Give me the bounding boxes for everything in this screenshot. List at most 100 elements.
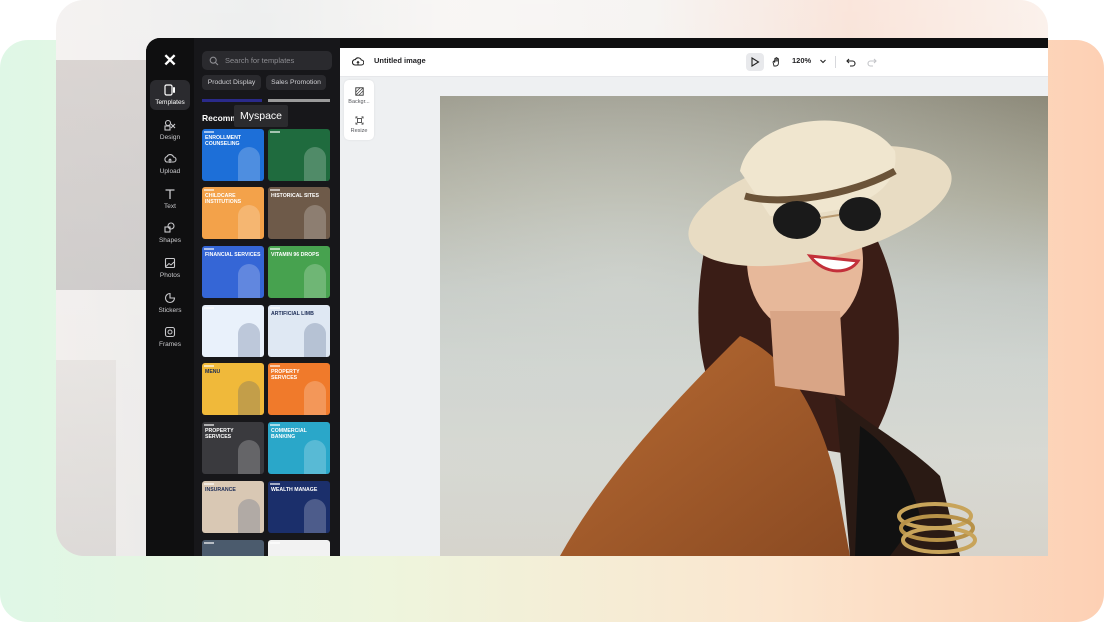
template-card[interactable]: INSURANCE bbox=[202, 481, 264, 533]
background-tool-button[interactable]: Backgr... bbox=[344, 82, 374, 110]
template-figure bbox=[238, 381, 260, 415]
template-text: Historical Sites bbox=[271, 193, 319, 199]
template-figure bbox=[238, 323, 260, 357]
template-card[interactable]: Historical Sites bbox=[268, 187, 330, 239]
redo-icon bbox=[867, 58, 877, 67]
frames-icon bbox=[164, 326, 176, 338]
template-card[interactable] bbox=[202, 305, 264, 357]
template-text: Vitamin 96 Drops bbox=[271, 252, 320, 258]
toolbar-divider bbox=[835, 56, 836, 68]
rail-label: Upload bbox=[159, 168, 181, 175]
rail-label: Design bbox=[159, 134, 181, 141]
rail-item-photos[interactable]: Photos bbox=[150, 253, 190, 283]
templates-panel: Search for templates Product Display Sal… bbox=[194, 38, 340, 556]
template-card[interactable]: Menu bbox=[202, 363, 264, 415]
template-card[interactable] bbox=[268, 540, 330, 556]
template-badge bbox=[270, 307, 280, 309]
rail-item-shapes[interactable]: Shapes bbox=[150, 218, 190, 248]
template-card[interactable]: ENROLLMENT COUNSELING bbox=[202, 129, 264, 181]
rail-item-text[interactable]: Text bbox=[150, 184, 190, 214]
resize-icon bbox=[355, 116, 363, 125]
template-card[interactable]: FINANCIAL SERVICES bbox=[202, 246, 264, 298]
template-strip bbox=[268, 99, 330, 102]
rail-item-templates[interactable]: Templates bbox=[150, 80, 190, 110]
template-text: Wealth Manage bbox=[271, 487, 318, 493]
zoom-level[interactable]: 120% bbox=[792, 56, 811, 65]
template-card[interactable]: COMMERCIAL BANKING bbox=[268, 422, 330, 474]
rail-item-design[interactable]: Design bbox=[150, 115, 190, 145]
search-input[interactable]: Search for templates bbox=[202, 51, 332, 70]
template-text: CHILDCARE INSTITUTIONS bbox=[205, 193, 242, 205]
canvas-side-tools: Backgr... Resize bbox=[344, 80, 374, 140]
template-badge bbox=[270, 424, 280, 426]
template-badge bbox=[270, 542, 280, 544]
rail-label: Text bbox=[164, 203, 176, 210]
capcut-logo: ✕ bbox=[162, 51, 178, 70]
template-figure bbox=[304, 205, 326, 239]
template-card[interactable]: Artificial limb bbox=[268, 305, 330, 357]
template-card[interactable] bbox=[268, 129, 330, 181]
template-text: ENROLLMENT COUNSELING bbox=[205, 135, 242, 147]
left-rail: ✕ Templates Design Upload Text Shapes Ph… bbox=[146, 38, 194, 556]
rail-item-upload[interactable]: Upload bbox=[150, 149, 190, 179]
template-card[interactable]: Vitamin 96 Drops bbox=[268, 246, 330, 298]
template-figure bbox=[238, 499, 260, 533]
template-text: PROPERTY SERVICES bbox=[205, 428, 234, 440]
canvas-image[interactable] bbox=[440, 96, 1048, 556]
template-figure bbox=[238, 205, 260, 239]
template-figure bbox=[304, 147, 326, 181]
template-figure bbox=[238, 264, 260, 298]
template-text: COMMERCIAL BANKING bbox=[271, 428, 307, 440]
undo-button[interactable] bbox=[842, 53, 860, 71]
tooltip: Myspace bbox=[234, 105, 289, 127]
document-title[interactable]: Untitled image bbox=[374, 56, 426, 65]
template-figure bbox=[304, 323, 326, 357]
template-text: Artificial limb bbox=[271, 311, 314, 317]
template-card[interactable]: CHILDCARE INSTITUTIONS bbox=[202, 187, 264, 239]
chip-sales-promotion[interactable]: Sales Promotion bbox=[266, 75, 326, 90]
template-card[interactable] bbox=[202, 540, 264, 556]
template-badge bbox=[270, 131, 280, 133]
cursor-icon bbox=[751, 57, 760, 67]
template-badge bbox=[270, 483, 280, 485]
template-figure bbox=[304, 440, 326, 474]
template-badge bbox=[270, 365, 280, 367]
template-badge bbox=[204, 131, 214, 133]
template-badge bbox=[204, 307, 214, 309]
rail-label: Shapes bbox=[158, 237, 182, 244]
template-badge bbox=[270, 248, 280, 250]
side-tool-label: Resize bbox=[350, 128, 368, 134]
chip-product-display[interactable]: Product Display bbox=[202, 75, 261, 90]
shapes-icon bbox=[164, 222, 175, 233]
template-figure bbox=[304, 264, 326, 298]
rail-item-stickers[interactable]: Stickers bbox=[150, 288, 190, 318]
template-strip bbox=[202, 99, 262, 102]
hand-tool-button[interactable] bbox=[767, 53, 785, 71]
template-figure bbox=[304, 381, 326, 415]
chevron-down-icon[interactable] bbox=[819, 57, 827, 65]
photos-icon bbox=[164, 257, 176, 269]
background-icon bbox=[354, 87, 364, 96]
template-badge bbox=[204, 189, 214, 191]
template-badge bbox=[204, 542, 214, 544]
template-card[interactable]: PROPERTY SERVICES bbox=[268, 363, 330, 415]
app-window: ✕ Templates Design Upload Text Shapes Ph… bbox=[146, 38, 1048, 556]
template-card[interactable]: PROPERTY SERVICES bbox=[202, 422, 264, 474]
resize-tool-button[interactable]: Resize bbox=[344, 111, 374, 139]
stickers-icon bbox=[164, 292, 176, 304]
rail-label: Frames bbox=[158, 341, 182, 348]
template-figure bbox=[238, 440, 260, 474]
template-badge bbox=[204, 483, 214, 485]
design-icon bbox=[164, 119, 176, 131]
rail-item-frames[interactable]: Frames bbox=[150, 322, 190, 352]
cloud-save-icon[interactable] bbox=[352, 56, 364, 67]
editor-area: Untitled image 120% Backgr... Resize bbox=[340, 48, 1048, 556]
template-text: Menu bbox=[205, 369, 221, 375]
template-text: PROPERTY SERVICES bbox=[271, 369, 300, 381]
select-tool-button[interactable] bbox=[746, 53, 764, 71]
template-badge bbox=[204, 424, 214, 426]
template-card[interactable]: Wealth Manage bbox=[268, 481, 330, 533]
template-badge bbox=[270, 189, 280, 191]
template-badge bbox=[204, 365, 214, 367]
redo-button[interactable] bbox=[863, 53, 881, 71]
